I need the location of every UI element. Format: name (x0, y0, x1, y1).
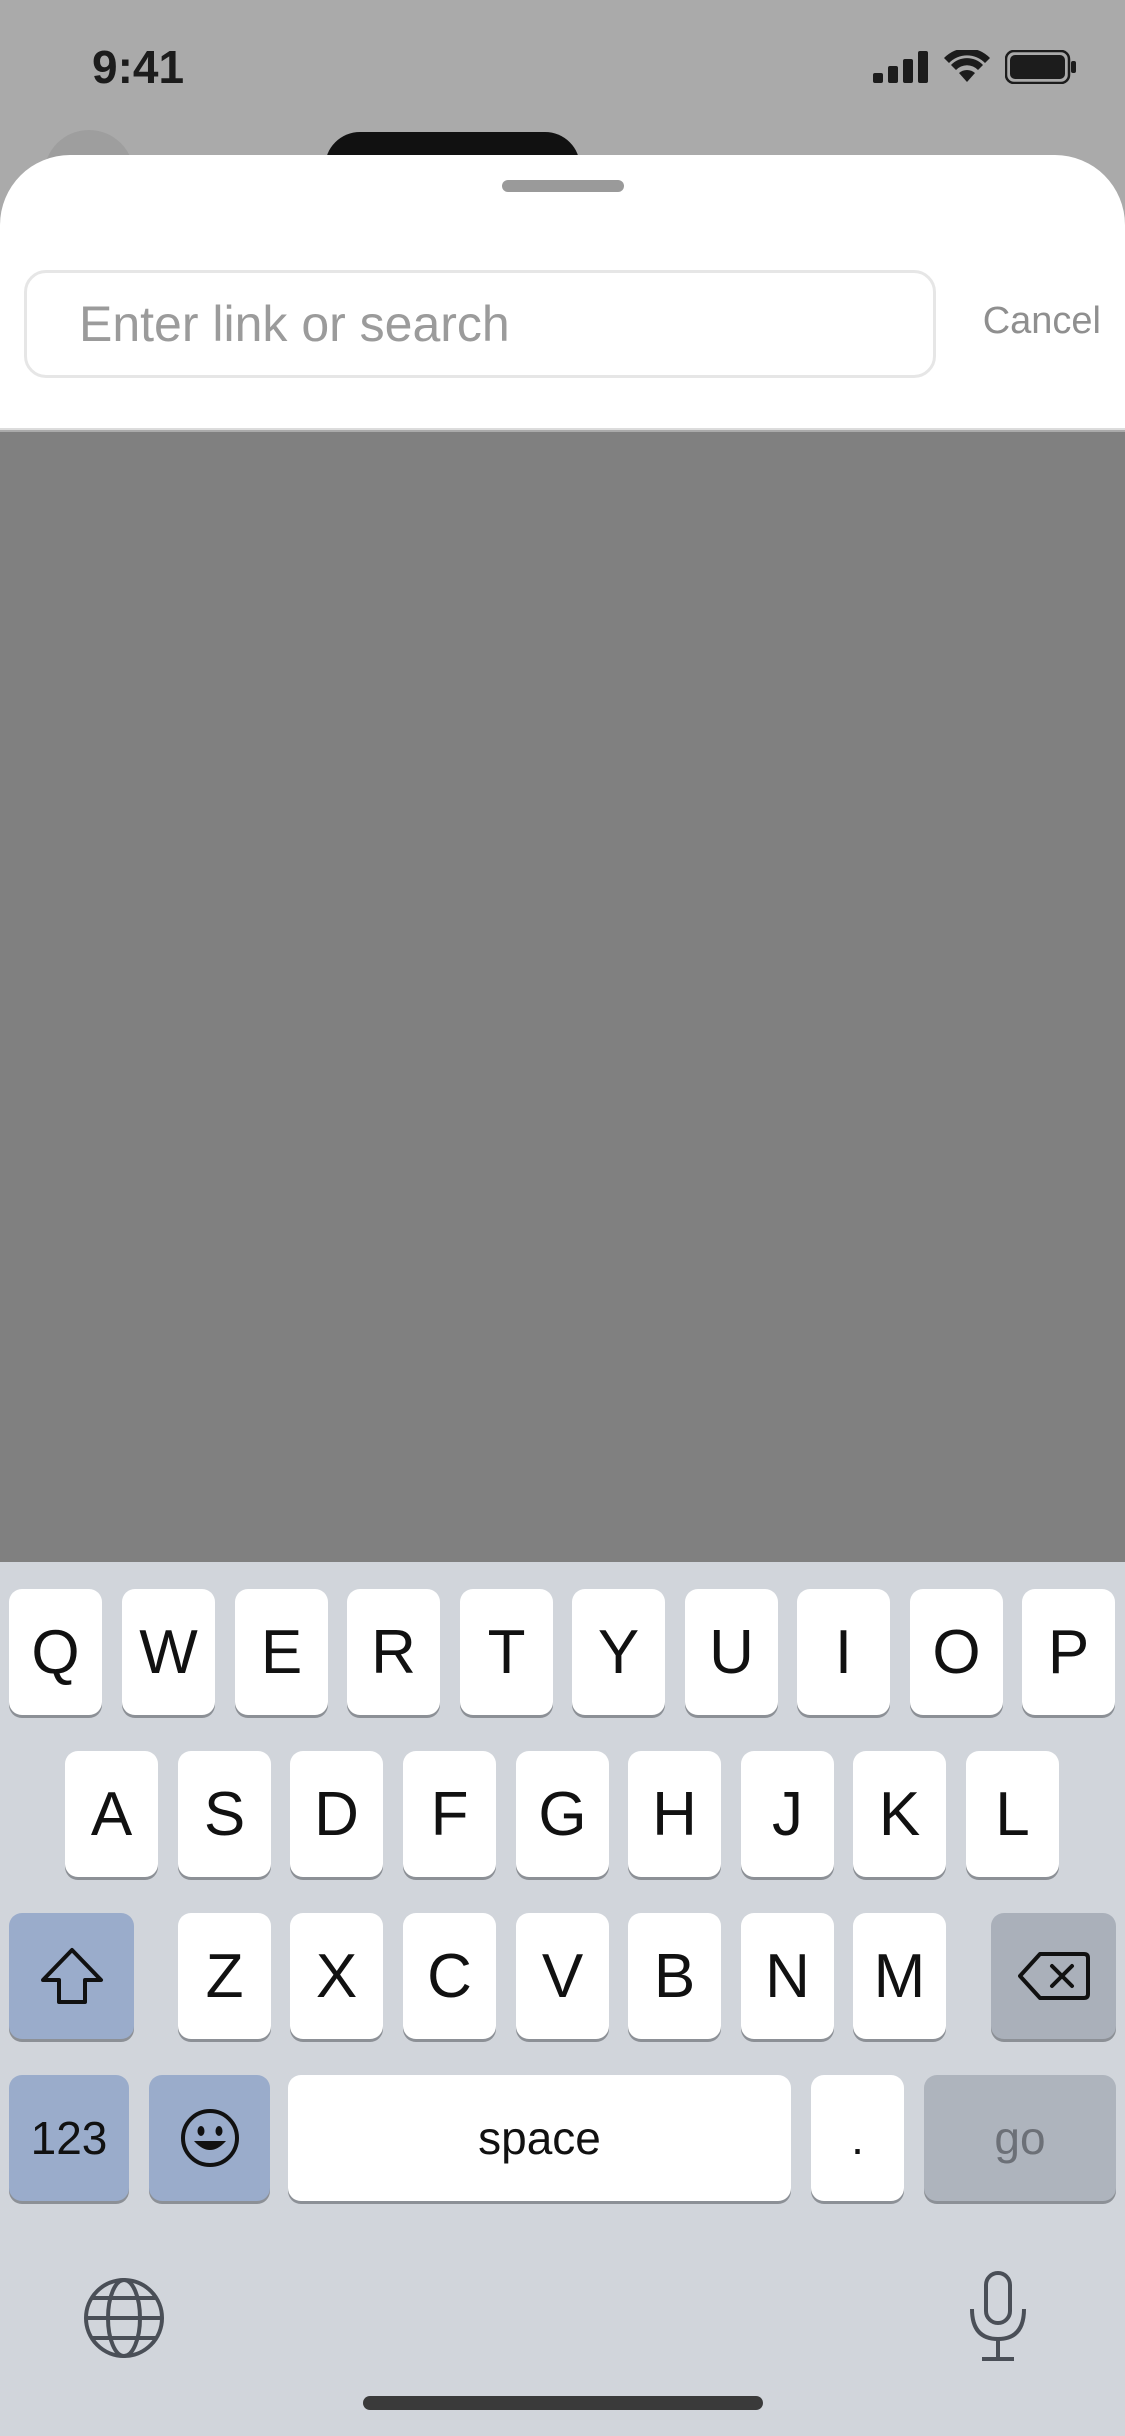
key-w[interactable]: W (122, 1589, 215, 1715)
cancel-button[interactable]: Cancel (983, 300, 1101, 343)
shift-icon (40, 1948, 103, 2004)
numbers-key[interactable]: 123 (9, 2075, 129, 2201)
key-o[interactable]: O (910, 1589, 1003, 1715)
key-j[interactable]: J (741, 1751, 834, 1877)
key-q[interactable]: Q (9, 1589, 102, 1715)
key-c[interactable]: C (403, 1913, 496, 2039)
period-key[interactable]: . (811, 2075, 904, 2201)
signal-icon (873, 51, 928, 83)
status-time: 9:41 (92, 41, 185, 93)
status-bar: 9:41 (0, 0, 1125, 140)
backspace-icon (1017, 1952, 1090, 2000)
key-i[interactable]: I (797, 1589, 890, 1715)
key-b[interactable]: B (628, 1913, 721, 2039)
key-e[interactable]: E (235, 1589, 328, 1715)
key-f[interactable]: F (403, 1751, 496, 1877)
key-t[interactable]: T (460, 1589, 553, 1715)
key-x[interactable]: X (290, 1913, 383, 2039)
key-y[interactable]: Y (572, 1589, 665, 1715)
key-r[interactable]: R (347, 1589, 440, 1715)
key-k[interactable]: K (853, 1751, 946, 1877)
shift-key[interactable] (9, 1913, 134, 2039)
key-p[interactable]: P (1022, 1589, 1115, 1715)
key-s[interactable]: S (178, 1751, 271, 1877)
key-a[interactable]: A (65, 1751, 158, 1877)
key-g[interactable]: G (516, 1751, 609, 1877)
microphone-icon (970, 2271, 1026, 2361)
key-l[interactable]: L (966, 1751, 1059, 1877)
key-z[interactable]: Z (178, 1913, 271, 2039)
home-indicator (363, 2396, 763, 2410)
key-n[interactable]: N (741, 1913, 834, 2039)
status-icons (873, 50, 1077, 84)
battery-icon (1005, 50, 1076, 84)
key-u[interactable]: U (685, 1589, 778, 1715)
globe-button[interactable] (80, 2274, 168, 2362)
key-h[interactable]: H (628, 1751, 721, 1877)
go-key[interactable]: go (924, 2075, 1116, 2201)
key-m[interactable]: M (853, 1913, 946, 2039)
dimmed-backdrop[interactable] (0, 432, 1125, 1562)
key-d[interactable]: D (290, 1751, 383, 1877)
globe-icon (84, 2278, 164, 2358)
emoji-key[interactable] (149, 2075, 270, 2201)
wifi-icon (944, 50, 990, 82)
microphone-button[interactable] (956, 2267, 1040, 2367)
sheet-grabber[interactable] (502, 180, 624, 192)
search-field[interactable] (24, 270, 936, 378)
key-v[interactable]: V (516, 1913, 609, 2039)
search-sheet: Cancel (0, 155, 1125, 430)
search-input[interactable] (79, 295, 933, 353)
space-key[interactable]: space (288, 2075, 791, 2201)
emoji-icon (180, 2109, 239, 2167)
backspace-key[interactable] (991, 1913, 1116, 2039)
keyboard: Q W E R T Y U I O P A S D F G H J K L Z … (0, 1562, 1125, 2436)
